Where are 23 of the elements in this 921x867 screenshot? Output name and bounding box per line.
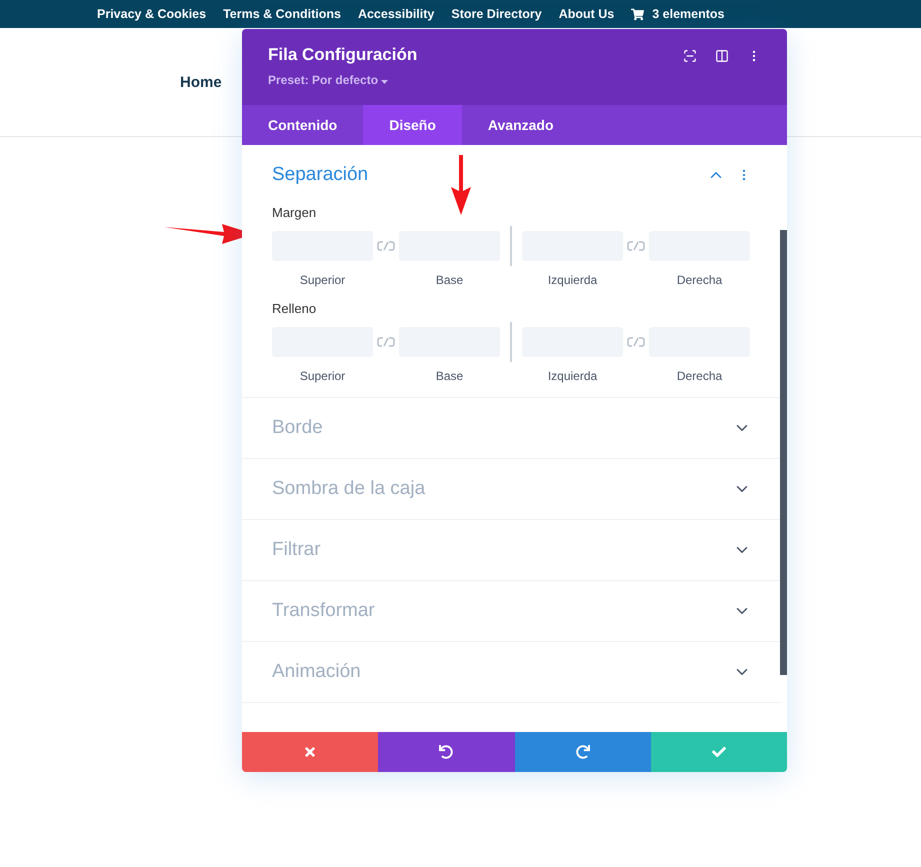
tab[interactable]: Avanzado bbox=[462, 105, 580, 145]
top-bar-link[interactable]: Privacy & Cookies bbox=[97, 7, 206, 21]
field-label: Izquierda bbox=[546, 273, 598, 287]
field-label: Derecha bbox=[676, 369, 724, 383]
field-label: Derecha bbox=[676, 273, 724, 287]
top-bar-link[interactable]: Terms & Conditions bbox=[223, 7, 341, 21]
top-bar-link[interactable]: Store Directory bbox=[451, 7, 542, 21]
field-label: Superior bbox=[298, 369, 346, 383]
field-group-label: Relleno bbox=[272, 301, 318, 316]
field-label: Base bbox=[434, 369, 464, 383]
top-bar-link[interactable]: Accessibility bbox=[358, 7, 434, 21]
nav-link[interactable]: Home bbox=[180, 74, 222, 90]
field-label: Superior bbox=[298, 273, 346, 287]
top-bar-link[interactable]: About Us bbox=[558, 7, 614, 21]
field-group-label: Margen bbox=[272, 205, 318, 220]
modal-title: Fila Configuración bbox=[268, 45, 418, 65]
field-label: Izquierda bbox=[546, 369, 598, 383]
field-label: Base bbox=[434, 273, 464, 287]
section-title[interactable]: Separación bbox=[272, 164, 368, 186]
tab[interactable]: Diseño bbox=[363, 105, 462, 145]
cart-link[interactable]: 3 elementos bbox=[652, 7, 725, 21]
preset-dropdown[interactable]: Preset: Por defecto bbox=[268, 73, 388, 87]
tab[interactable]: Contenido bbox=[242, 105, 364, 145]
